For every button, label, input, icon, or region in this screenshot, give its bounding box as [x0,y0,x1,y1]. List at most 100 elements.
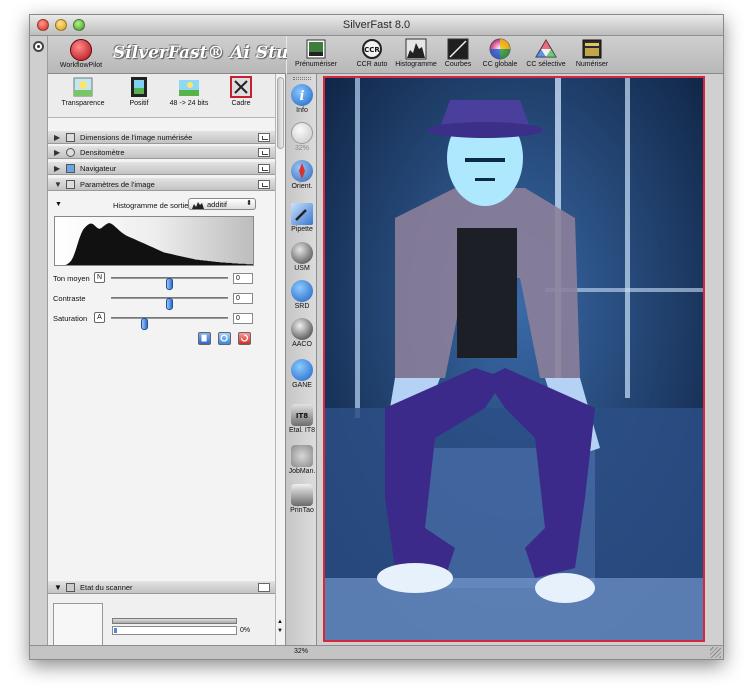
info-icon: i [291,84,313,106]
auto-ccr-button[interactable]: CCR CCR auto [349,38,395,68]
tool-orientation[interactable]: Orient. [286,160,318,190]
orientation-icon [291,160,313,182]
panel-menu-icon[interactable] [258,180,270,189]
saturation-value-field[interactable]: 0 [233,313,253,324]
main-toolbar: Prénumériser CCR CCR auto Histogramme Co… [287,36,723,74]
histogram-disclosure[interactable]: ▼ [55,201,62,208]
dimensions-icon [66,133,75,142]
tool-gane[interactable]: GANE [286,359,318,389]
panel-scanner-status[interactable]: ▼ Etat du scanner [48,581,275,594]
gradation-icon [201,334,207,342]
panel-menu-icon[interactable] [258,583,270,592]
silverfast-window: SilverFast 8.0 WorkflowPilot SilverFast®… [29,14,724,660]
global-color-icon [489,38,511,60]
saturation-slider-row: Saturation A 0 [48,312,275,330]
preview-area[interactable] [317,74,723,645]
negative-preview-image [325,78,703,640]
left-tool-strip [30,36,48,645]
mini-histogram-icon [192,202,204,209]
histogram-chart [65,223,253,265]
scan-frame[interactable] [323,76,705,642]
printao-icon [291,484,313,506]
curves-button[interactable]: Courbes [435,38,481,68]
workflowpilot-icon[interactable] [70,39,92,61]
status-bar: 32% [30,645,723,659]
film-positive-icon [131,77,147,97]
saturation-slider[interactable] [111,317,228,330]
saturation-key[interactable]: A [94,312,105,323]
saturation-slider-thumb[interactable] [140,318,148,330]
svg-text:IT8: IT8 [296,412,308,420]
midtone-key[interactable]: N [94,272,105,283]
scan-button[interactable]: Numériser [569,38,615,68]
midtone-slider-thumb[interactable] [166,278,173,290]
title-bar: SilverFast 8.0 [30,15,723,36]
scrollbar-thumb[interactable] [277,77,284,149]
scanner-progress-text: 0% [240,627,251,634]
transparency-button[interactable]: Transparence [58,76,108,107]
global-color-button[interactable]: CC globale [477,38,523,68]
panel-menu-icon[interactable] [258,133,270,142]
auto-ccr-icon: CCR [362,39,382,59]
prescan-button[interactable]: Prénumériser [293,38,339,68]
prescan-icon [306,39,326,59]
undo-icon [240,334,249,342]
scroll-up-arrow-icon[interactable]: ▲ [277,619,283,625]
transparency-icon [73,77,93,97]
panel-menu-icon[interactable] [258,164,270,173]
tool-zoom: 32% [286,122,318,152]
panel-densitometer[interactable]: ▶ Densitomètre [48,146,275,159]
tool-pipette[interactable]: Pipette [286,203,318,233]
pipette-icon [291,203,313,225]
contrast-slider[interactable] [111,297,228,310]
side-tools-bar: i Info 32% Orient. Pipette USM SRD AACO … [285,74,317,645]
histogram-mode-select[interactable]: additif ⬍ [188,198,256,210]
histogram-icon [405,38,427,60]
panel-dimensions[interactable]: ▶ Dimensions de l'image numérisée [48,131,275,144]
scan-icon [582,39,602,59]
scanner-icon [66,583,75,592]
it8-icon: IT8 [291,404,313,426]
midtone-slider[interactable] [111,277,228,290]
selective-color-button[interactable]: CC sélective [523,38,569,68]
reset-auto-button[interactable] [218,332,231,345]
bit-depth-button[interactable]: 48 -> 24 bits [164,76,214,107]
scanner-activity-bar [112,618,237,624]
tool-usm[interactable]: USM [286,242,318,272]
scanner-status-body: 0% [48,594,275,653]
tool-srd[interactable]: SRD [286,280,318,310]
tool-jobman[interactable]: JobMan. [286,445,318,475]
tool-aaco[interactable]: AACO [286,318,318,348]
panel-menu-icon[interactable] [258,148,270,157]
tool-it8[interactable]: IT8 Etal. IT8 [286,404,318,434]
curves-icon [447,38,469,60]
left-panel: Transparence Positif 48 -> 24 bits Cadre… [48,74,275,653]
job-manager-icon [291,445,313,467]
contrast-value-field[interactable]: 0 [233,293,253,304]
gradation-button[interactable] [198,332,211,345]
select-arrows-icon: ⬍ [246,200,252,207]
panel-image-params[interactable]: ▼ Paramètres de l'image [48,178,275,191]
frame-icon [230,76,252,98]
svg-text:i: i [300,89,305,104]
preferences-icon[interactable] [33,41,44,52]
histogram-curve [65,223,253,265]
resize-grip-icon[interactable] [710,647,721,658]
reset-button[interactable] [238,332,251,345]
contrast-slider-thumb[interactable] [166,298,173,310]
tool-printao[interactable]: PrinTao [286,484,318,514]
usm-icon [291,242,313,264]
aaco-icon [291,318,313,340]
selective-color-icon [535,39,557,58]
frame-button[interactable]: Cadre [216,76,266,107]
midtone-value-field[interactable]: 0 [233,273,253,284]
left-panel-scrollbar[interactable]: ▲ ▼ [275,74,285,645]
tool-info[interactable]: i Info [286,84,318,114]
film-positive-button[interactable]: Positif [114,76,164,107]
drag-handle[interactable] [293,77,311,80]
scroll-down-arrow-icon[interactable]: ▼ [277,628,283,634]
histogram-button[interactable]: Histogramme [393,38,439,68]
panel-navigator[interactable]: ▶ Navigateur [48,162,275,175]
zoom-level-text: 32% [293,648,308,655]
navigator-icon [66,164,75,173]
